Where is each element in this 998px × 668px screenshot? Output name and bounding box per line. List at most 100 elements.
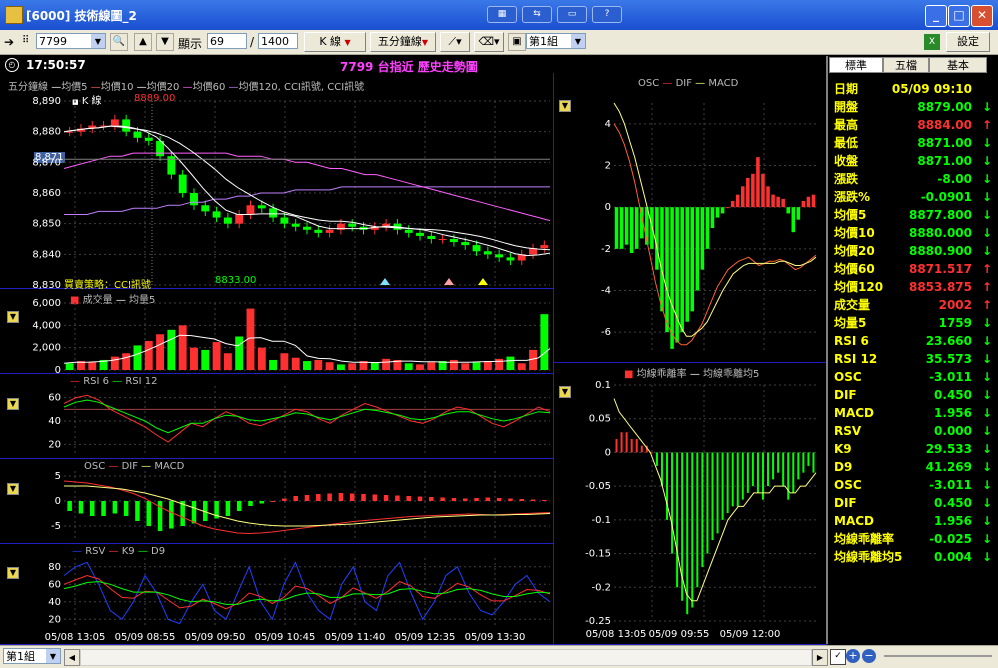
zoom-out-icon[interactable]: − [862, 649, 876, 663]
zoom-in-icon[interactable]: + [846, 649, 860, 663]
quote-label: 均價120 [834, 280, 884, 294]
volume-bar [382, 358, 391, 370]
bias-bar [686, 452, 689, 615]
horizontal-scrollbar[interactable] [80, 649, 812, 666]
osc-bar [791, 207, 796, 233]
bias-bar [751, 452, 754, 487]
scroll-right-icon[interactable]: ▶ [812, 649, 828, 666]
signal-marker [478, 278, 488, 285]
quote-label: 均價10 [834, 226, 875, 240]
quote-value: 0.000 [934, 424, 972, 438]
kline-label: K 線 [319, 35, 342, 48]
minimize-icon[interactable]: _ [925, 5, 947, 27]
scroll-left-icon[interactable]: ◀ [64, 649, 80, 666]
arrow-down-icon: ↓ [981, 352, 993, 366]
bias-bar [625, 432, 628, 453]
osc-bar [776, 196, 780, 208]
candle [235, 214, 244, 224]
quote-label: MACD [834, 406, 874, 420]
kline-button[interactable]: K 線 ▼ [304, 32, 366, 52]
bias-bar [772, 452, 775, 480]
y-tick-label: 20 [48, 439, 61, 450]
chevron-down-icon[interactable]: ▼ [91, 34, 105, 48]
chevron-down-icon[interactable]: ▼ [46, 649, 60, 663]
symbol-select[interactable]: 7799 ▼ [36, 33, 106, 49]
help-icon[interactable]: ? [592, 6, 622, 23]
osc-panel[interactable]: OSC — DIF — MACD ▼ 4 2 0 -2 -4 -6 [554, 73, 827, 363]
osc-bar [811, 194, 816, 208]
volume-bar [291, 357, 300, 370]
kd-panel[interactable]: — RSV — K9 — D9 ▼ 80 60 40 20 05/08 13:05 05/… [0, 544, 554, 645]
group-select[interactable]: 第1組 ▼ [526, 33, 586, 49]
dif-line [613, 123, 817, 346]
volume-bar [495, 358, 504, 370]
quote-value: 1.956 [934, 406, 972, 420]
rsi-panel[interactable]: — RSI 6 — RSI 12 ▼ 60 40 20 [0, 374, 554, 459]
osc-bar [101, 501, 106, 516]
draw-line-icon[interactable]: ⟋▾ [440, 32, 470, 52]
bias-panel[interactable]: ■ 均線乖離率 — 均線乖離均5 ▼ 0.1 0.05 0 -0.05 -0.1 -0.1… [554, 363, 827, 645]
quote-value: 05/09 09:10 [891, 82, 972, 96]
bias-bar [676, 452, 679, 588]
total-count-input[interactable]: 1400 [258, 33, 298, 49]
arrow-down-icon: ↓ [981, 334, 993, 348]
bias-bar [721, 452, 724, 520]
osc-bar [725, 207, 730, 209]
quote-label: RSI 12 [834, 352, 878, 366]
volume-bar [303, 361, 311, 370]
volume-bar [314, 359, 323, 370]
tab-standard[interactable]: 標準 [829, 57, 883, 73]
osc-bar [270, 501, 276, 502]
maximize-icon[interactable]: □ [948, 5, 970, 27]
osc-bar [508, 498, 513, 501]
checkbox-icon[interactable]: ✓ [830, 649, 846, 665]
osc-bar [236, 501, 242, 511]
bias-bar [807, 452, 810, 466]
grid-icon[interactable]: ⠿ [22, 35, 29, 46]
chevron-down-icon[interactable]: ▼ [571, 34, 585, 48]
volume-panel[interactable]: ■ 成交量 — 均量5 ▼ 6,000 4,000 2,000 0 [0, 289, 554, 374]
settings-button[interactable]: 設定 [946, 32, 990, 52]
arrow-down-icon[interactable]: ▼ [156, 33, 174, 51]
x-tick-label: 05/09 11:40 [325, 632, 386, 643]
macd-panel[interactable]: OSC — DIF — MACD ▼ 5 0 -5 [0, 459, 554, 544]
period-button[interactable]: 五分鐘線▼ [370, 32, 436, 52]
display-count-input[interactable]: 69 [207, 33, 247, 49]
candle [325, 229, 334, 233]
candle [461, 242, 470, 246]
eraser-icon[interactable]: ⌫▾ [474, 32, 504, 52]
window-icon[interactable]: ▭ [557, 6, 587, 23]
link-icon[interactable]: ⇆ [522, 6, 552, 23]
arrow-right-icon[interactable]: ➔ [4, 35, 14, 49]
osc-bar [655, 207, 659, 270]
tab-basic[interactable]: 基本 [929, 57, 987, 73]
x-tick-label: 05/09 12:00 [720, 629, 781, 640]
calendar-icon[interactable]: ▣ [508, 33, 526, 51]
excel-icon[interactable]: X [924, 34, 940, 50]
quote-row: 均價20 8880.900 ↓ [834, 242, 994, 260]
status-group-select[interactable]: 第1組 ▼ [3, 648, 61, 664]
volume-bar [212, 342, 221, 370]
quote-value: 41.269 [925, 460, 972, 474]
quote-row: MACD 1.956 ↓ [834, 404, 994, 422]
osc-bar [462, 498, 468, 501]
candle [223, 217, 232, 224]
quote-value: 1759 [938, 316, 972, 330]
osc-bar [751, 173, 755, 208]
osc-bar [781, 198, 785, 208]
close-icon[interactable]: ✕ [971, 5, 993, 27]
bias-bar [726, 452, 729, 514]
arrow-up-icon: ↑ [981, 262, 993, 276]
tab-five-levels[interactable]: 五檔 [883, 57, 929, 73]
search-icon[interactable]: 🔍 [110, 33, 128, 51]
layout-icon[interactable]: ▦ [487, 6, 517, 23]
quote-value: 2002 [938, 298, 972, 312]
quote-label: 均價20 [834, 244, 875, 258]
y-tick-label: 4,000 [32, 320, 61, 331]
arrow-down-icon: ↓ [981, 136, 993, 150]
price-panel[interactable]: 五分鐘線 —均價5 —均價10 —均價20 —均價60 —均價120, CCI訊… [0, 73, 554, 291]
zoom-slider[interactable] [884, 655, 992, 657]
y-tick-label: -0.2 [591, 582, 611, 593]
arrow-down-icon: ↓ [981, 550, 993, 564]
arrow-up-icon[interactable]: ▲ [134, 33, 152, 51]
